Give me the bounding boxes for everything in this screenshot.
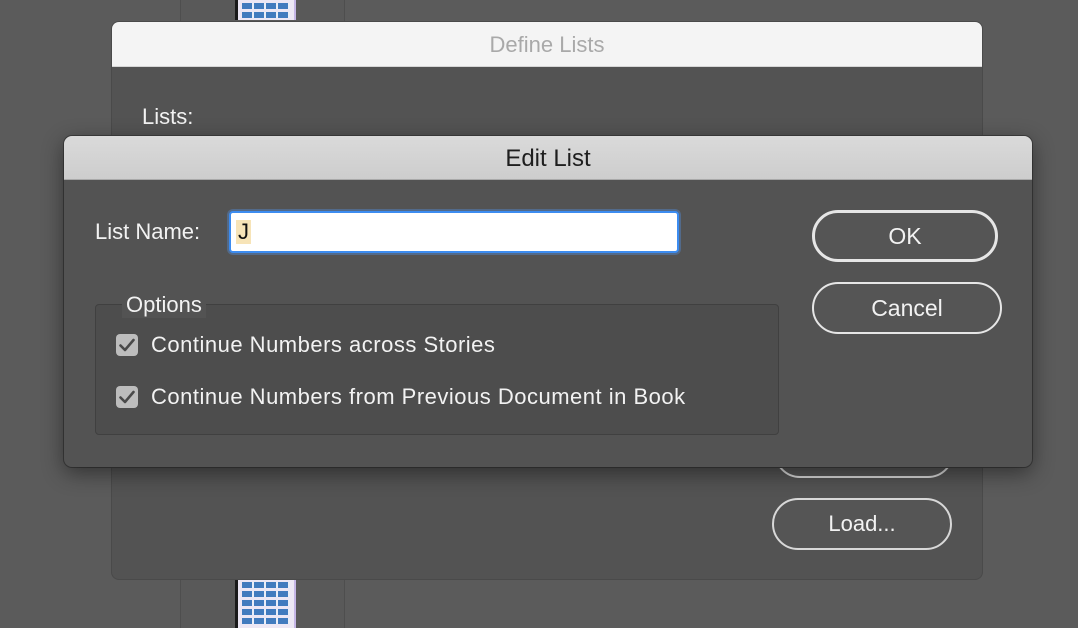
continue-from-previous-document-option[interactable]: Continue Numbers from Previous Document … (116, 383, 686, 411)
continue-from-previous-document-label: Continue Numbers from Previous Document … (151, 384, 686, 409)
page-thumbnail-top (235, 0, 296, 20)
list-name-value: J (236, 219, 251, 244)
cancel-button[interactable]: Cancel (812, 282, 1002, 334)
continue-across-stories-checkbox[interactable] (116, 334, 138, 356)
continue-across-stories-option[interactable]: Continue Numbers across Stories (116, 331, 495, 359)
options-legend: Options (122, 292, 206, 318)
checkmark-icon (119, 338, 135, 352)
options-group (95, 304, 779, 435)
list-name-label: List Name: (95, 219, 201, 244)
define-lists-title: Define Lists (112, 22, 982, 67)
list-name-input[interactable]: J (229, 211, 679, 253)
edit-list-title: Edit List (64, 136, 1032, 180)
checkmark-icon (119, 390, 135, 404)
load-button[interactable]: Load... (772, 498, 952, 550)
edit-list-dialog: Edit List List Name: J Options Continue … (64, 136, 1032, 467)
page-thumbnail-bottom (235, 579, 296, 628)
continue-across-stories-label: Continue Numbers across Stories (151, 332, 496, 357)
continue-from-previous-document-checkbox[interactable] (116, 386, 138, 408)
lists-label: Lists: (142, 104, 194, 129)
ok-button[interactable]: OK (812, 210, 998, 262)
